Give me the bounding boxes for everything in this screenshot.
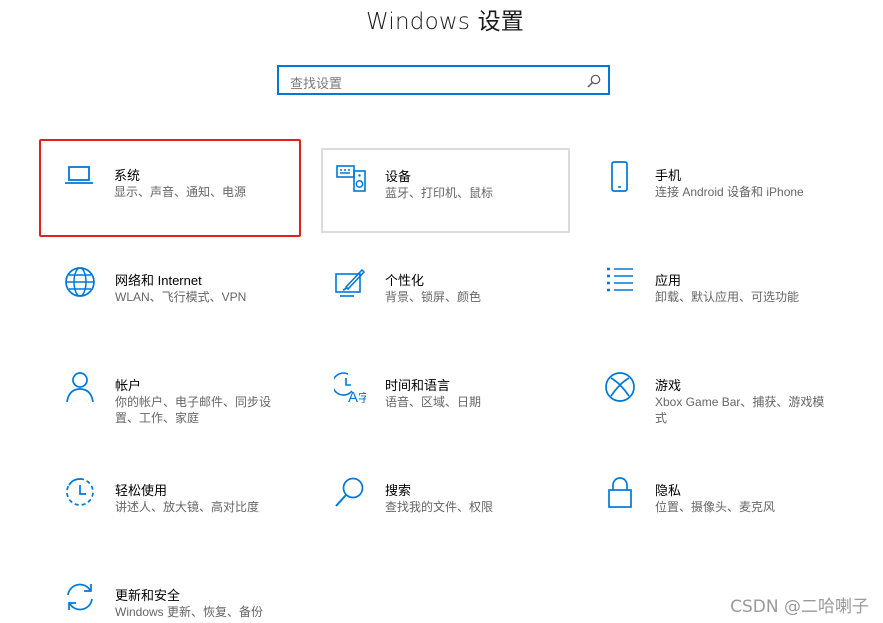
globe-icon (64, 266, 96, 298)
item-description: 位置、摄像头、麦克风 (655, 500, 776, 514)
ease-of-access-icon (64, 476, 96, 508)
paint-brush-icon (334, 266, 366, 298)
person-icon (64, 371, 96, 403)
settings-item-accounts[interactable]: 帐户 你的帐户、电子邮件、同步设置、工作、家庭 (40, 351, 300, 443)
item-name: 个性化 (385, 273, 425, 288)
item-name: 游戏 (655, 378, 682, 393)
settings-item-personalization[interactable]: 个性化 背景、锁屏、颜色 (310, 246, 570, 338)
settings-item-apps[interactable]: 应用 卸载、默认应用、可选功能 (580, 246, 840, 338)
search-input[interactable]: 查找设置 (290, 73, 342, 92)
item-name: 手机 (655, 168, 682, 183)
xbox-icon (604, 371, 636, 403)
item-name: 隐私 (655, 483, 682, 498)
search-icon[interactable] (586, 73, 602, 89)
item-name: 网络和 Internet (115, 273, 202, 288)
item-name: 应用 (655, 273, 682, 288)
keyboard-speaker-icon (335, 163, 367, 195)
settings-item-phone[interactable]: 手机 连接 Android 设备和 iPhone (580, 141, 870, 233)
item-description: 讲述人、放大镜、高对比度 (115, 500, 260, 514)
settings-item-ease-of-access[interactable]: 轻松使用 讲述人、放大镜、高对比度 (40, 456, 300, 548)
item-name: 轻松使用 (115, 483, 168, 498)
search-box[interactable]: 查找设置 (277, 65, 610, 95)
settings-item-time-language[interactable]: A字 时间和语言 语音、区域、日期 (310, 351, 570, 443)
item-description: 语音、区域、日期 (385, 395, 482, 409)
item-description: 显示、声音、通知、电源 (114, 185, 247, 199)
phone-icon (604, 161, 636, 193)
item-name: 设备 (385, 169, 412, 184)
settings-item-privacy[interactable]: 隐私 位置、摄像头、麦克风 (580, 456, 840, 548)
item-name: 搜索 (385, 483, 412, 498)
settings-item-system[interactable]: 系统 显示、声音、通知、电源 (39, 139, 301, 237)
settings-item-devices[interactable]: 设备 蓝牙、打印机、鼠标 (321, 148, 570, 233)
item-name: 更新和安全 (115, 588, 181, 603)
svg-text:字: 字 (358, 390, 366, 403)
lock-icon (604, 476, 636, 508)
item-description: Xbox Game Bar、捕获、游戏模式 (655, 395, 825, 425)
item-description: 查找我的文件、权限 (385, 500, 494, 514)
item-description: WLAN、飞行模式、VPN (115, 290, 247, 304)
item-description: Windows 更新、恢复、备份 (115, 605, 264, 619)
item-description: 卸载、默认应用、可选功能 (655, 290, 800, 304)
item-name: 时间和语言 (385, 378, 451, 393)
item-description: 你的帐户、电子邮件、同步设置、工作、家庭 (115, 395, 272, 425)
item-description: 连接 Android 设备和 iPhone (655, 185, 804, 199)
item-description: 蓝牙、打印机、鼠标 (385, 186, 494, 200)
sync-icon (64, 581, 96, 613)
apps-list-icon (604, 266, 636, 298)
settings-item-gaming[interactable]: 游戏 Xbox Game Bar、捕获、游戏模式 (580, 351, 840, 443)
settings-item-search[interactable]: 搜索 查找我的文件、权限 (310, 456, 570, 548)
watermark: CSDN @二哈喇子 (730, 597, 869, 617)
settings-item-update-security[interactable]: 更新和安全 Windows 更新、恢复、备份 (40, 561, 300, 623)
settings-item-network[interactable]: 网络和 Internet WLAN、飞行模式、VPN (40, 246, 300, 338)
search-icon (334, 476, 366, 508)
item-name: 帐户 (115, 378, 142, 393)
laptop-icon (63, 159, 95, 191)
item-name: 系统 (114, 168, 141, 183)
time-language-icon: A字 (334, 371, 366, 403)
page-title: Windows 设置 (366, 9, 524, 35)
svg-text:A: A (348, 389, 358, 403)
item-description: 背景、锁屏、颜色 (385, 290, 482, 304)
